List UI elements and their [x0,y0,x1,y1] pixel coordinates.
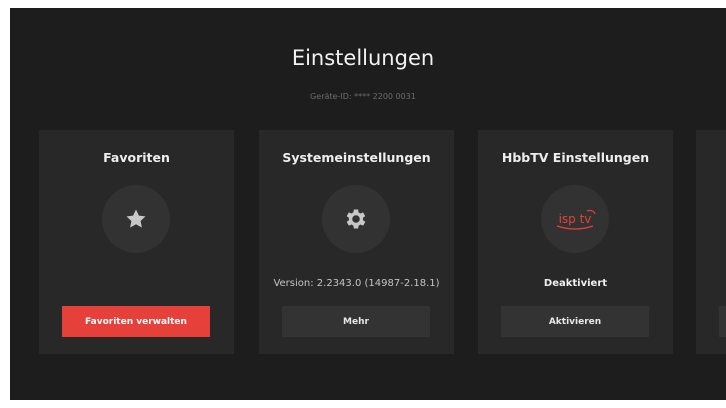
card-favoriten: Favoriten Favoriten verwalten [39,130,234,354]
page-title: Einstellungen [291,46,435,70]
device-id: Geräte-ID: **** 2200 0031 [310,92,416,101]
svg-text:isp tv: isp tv [559,212,592,226]
settings-screen: Einstellungen Geräte-ID: **** 2200 0031 … [10,8,726,400]
isp-tv-logo-icon: isp tv [541,185,609,253]
card-partial [696,130,726,354]
hbbtv-status: Deaktiviert [543,278,608,289]
gear-icon [322,185,390,253]
activate-button[interactable]: Aktivieren [501,306,649,337]
star-icon [102,185,170,253]
card-title: Favoriten [103,150,170,165]
card-hbbtv: HbbTV Einstellungen isp tv Deaktiviert A… [478,130,673,354]
card-title: Systemeinstellungen [282,150,431,165]
manage-favorites-button[interactable]: Favoriten verwalten [62,306,210,337]
card-systemeinstellungen: Systemeinstellungen Version: 2.2343.0 (1… [259,130,454,354]
partial-card-button[interactable] [719,306,726,337]
version-text: Version: 2.2343.0 (14987-2.18.1) [273,278,440,289]
card-title: HbbTV Einstellungen [501,150,650,165]
more-button[interactable]: Mehr [282,306,430,337]
